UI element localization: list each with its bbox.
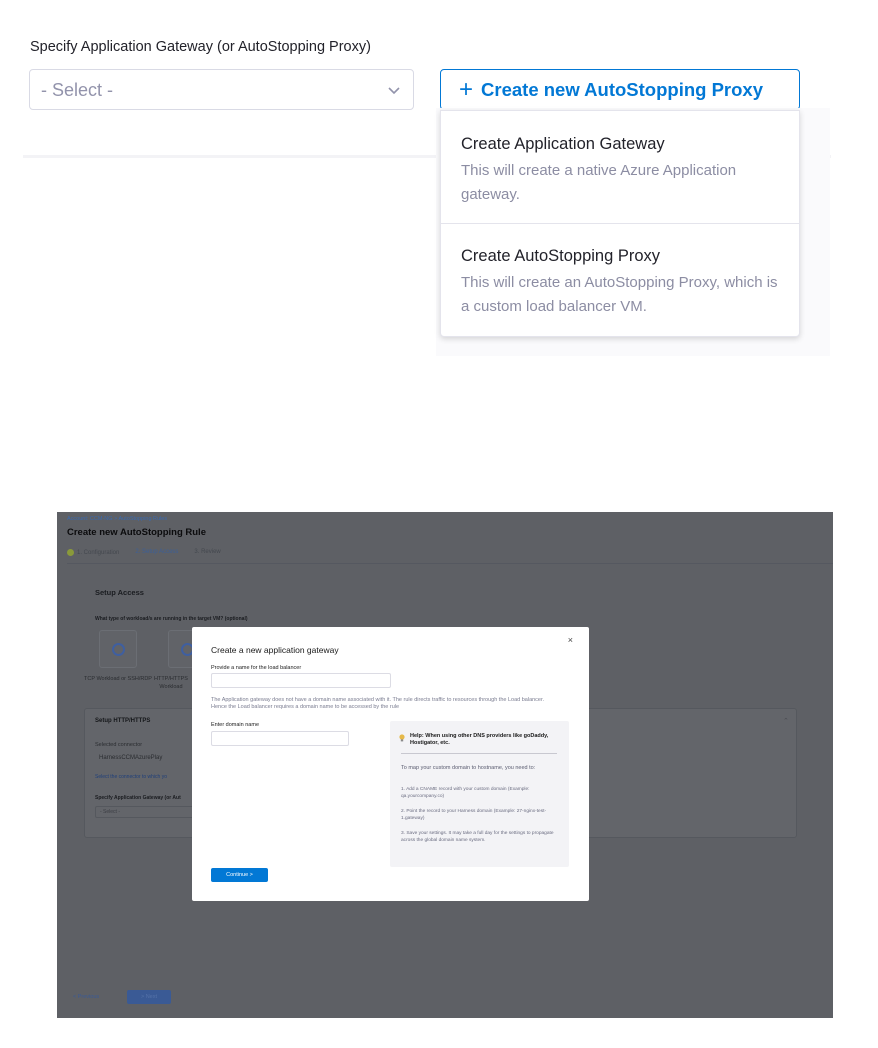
plus-icon: + [459,75,474,103]
gateway-field-label: Specify Application Gateway (or AutoStop… [30,39,371,55]
breadcrumb[interactable]: Account: CCM-NG > AutoStopping Rules [67,516,167,522]
help-step: 3. Save your settings. It may take a ful… [401,831,554,843]
connector-note: Select the connector to which yo [95,774,167,780]
workload-question: What type of workload/s are running in t… [95,616,248,622]
page-title: Create new AutoStopping Rule [67,527,206,538]
help-intro: To map your custom domain to hostname, y… [401,765,536,771]
modal-description: The Application gateway does not have a … [211,697,545,710]
option-description: This will create a native Azure Applicat… [461,162,737,203]
option-title: Create Application Gateway [461,135,665,153]
create-gateway-modal: × Create a new application gateway Provi… [192,627,589,901]
wizard-steps: 1. Configuration 2. Setup Access 3. Revi… [67,549,237,564]
help-step: 1. Add a CNAME record with your custom d… [401,787,530,799]
help-divider [401,753,557,754]
domain-label: Enter domain name [211,722,259,728]
previous-button[interactable]: < Previous [73,994,99,1000]
domain-input[interactable] [211,731,349,746]
step-review[interactable]: 3. Review [194,549,220,564]
lb-name-label: Provide a name for the load balancer [211,665,302,671]
workload-label-http: HTTP/HTTPS Workload [154,676,188,690]
selected-connector-value: HarnessCCMAzurePlay [99,755,163,761]
gateway-select[interactable]: - Select - [29,69,414,110]
option-title: Create AutoStopping Proxy [461,247,661,265]
bg-gateway-select[interactable]: - Select - [95,806,195,818]
steps-divider [67,563,833,564]
gateway-select-placeholder: - Select - [41,80,114,100]
chevron-down-icon [388,87,400,95]
close-icon[interactable]: × [568,635,573,645]
option-description: This will create an AutoStopping Proxy, … [461,274,778,315]
create-options-dropdown: Create Application Gateway This will cre… [440,110,800,337]
help-step: 2. Point the record to your Harness doma… [401,809,547,821]
create-button-label: Create new AutoStopping Proxy [481,78,763,100]
lb-name-input[interactable] [211,673,391,688]
continue-button[interactable]: Continue > [211,868,268,882]
step-configuration[interactable]: 1. Configuration [67,549,119,564]
selected-connector-label: Selected connector [95,742,143,748]
next-button[interactable]: > Next [127,990,171,1004]
chevron-up-icon[interactable]: ⌃ [783,717,789,725]
help-title: Help: When using other DNS providers lik… [410,733,549,746]
setup-access-heading: Setup Access [95,588,144,597]
bg-gateway-label: Specify Application Gateway (or Aut [95,795,181,801]
dropdown-divider [441,223,799,224]
setup-http-heading: Setup HTTP/HTTPS [95,718,151,724]
workload-label-tcp: TCP Workload or SSH/RDP [84,676,152,682]
workload-icon [112,643,125,656]
modal-title: Create a new application gateway [211,645,339,655]
step-setup-access[interactable]: 2. Setup Access [135,549,179,564]
dns-help-box: Help: When using other DNS providers lik… [390,721,569,867]
check-icon [67,549,74,556]
create-application-gateway-option[interactable]: Create Application Gateway This will cre… [461,135,779,207]
workload-card-tcp[interactable] [99,630,137,668]
create-autostopping-proxy-button[interactable]: + Create new AutoStopping Proxy [440,69,800,110]
lightbulb-icon [399,734,405,742]
create-autostopping-proxy-option[interactable]: Create AutoStopping Proxy This will crea… [461,247,779,319]
embedded-screenshot: Account: CCM-NG > AutoStopping Rules Cre… [57,512,833,1018]
